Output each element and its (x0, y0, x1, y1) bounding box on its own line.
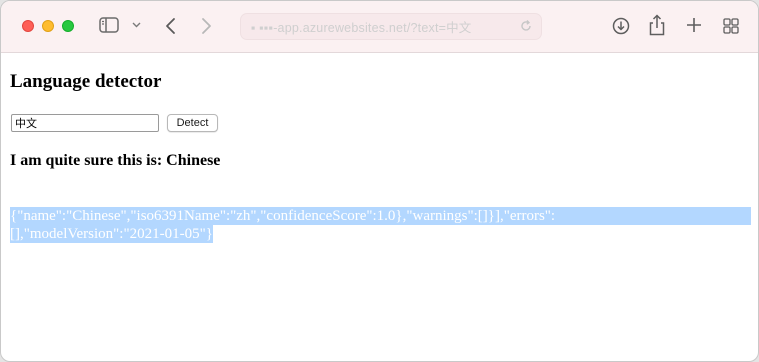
zoom-window-button[interactable] (62, 20, 74, 32)
result-heading: I am quite sure this is: Chinese (10, 152, 221, 169)
close-window-button[interactable] (22, 20, 34, 32)
browser-window: ▪ ▪▪▪-app.azurewebsites.net/?text=中文 Lan… (0, 0, 759, 362)
text-input[interactable] (11, 114, 159, 132)
detect-button[interactable]: Detect (167, 114, 218, 132)
share-icon[interactable] (649, 14, 665, 36)
page-title: Language detector (10, 71, 162, 92)
browser-toolbar: ▪ ▪▪▪-app.azurewebsites.net/?text=中文 (1, 1, 758, 53)
json-response: {"name":"Chinese","iso6391Name":"zh","co… (10, 207, 751, 243)
back-icon[interactable] (165, 17, 177, 35)
json-line-1: {"name":"Chinese","iso6391Name":"zh","co… (10, 207, 751, 225)
download-icon[interactable] (612, 17, 630, 35)
json-line-2: [],"modelVersion":"2021-01-05"} (10, 225, 213, 243)
tab-overview-icon[interactable] (723, 18, 739, 34)
page-content: Language detector Detect I am quite sure… (1, 54, 758, 361)
forward-icon[interactable] (200, 17, 212, 35)
minimize-window-button[interactable] (42, 20, 54, 32)
new-tab-icon[interactable] (686, 17, 702, 33)
address-text: ▪ ▪▪▪-app.azurewebsites.net/?text=中文 (251, 21, 472, 35)
address-bar[interactable]: ▪ ▪▪▪-app.azurewebsites.net/?text=中文 (240, 13, 542, 40)
chevron-down-icon[interactable] (132, 22, 141, 28)
sidebar-icon[interactable] (99, 17, 119, 33)
reload-icon[interactable] (519, 19, 533, 38)
